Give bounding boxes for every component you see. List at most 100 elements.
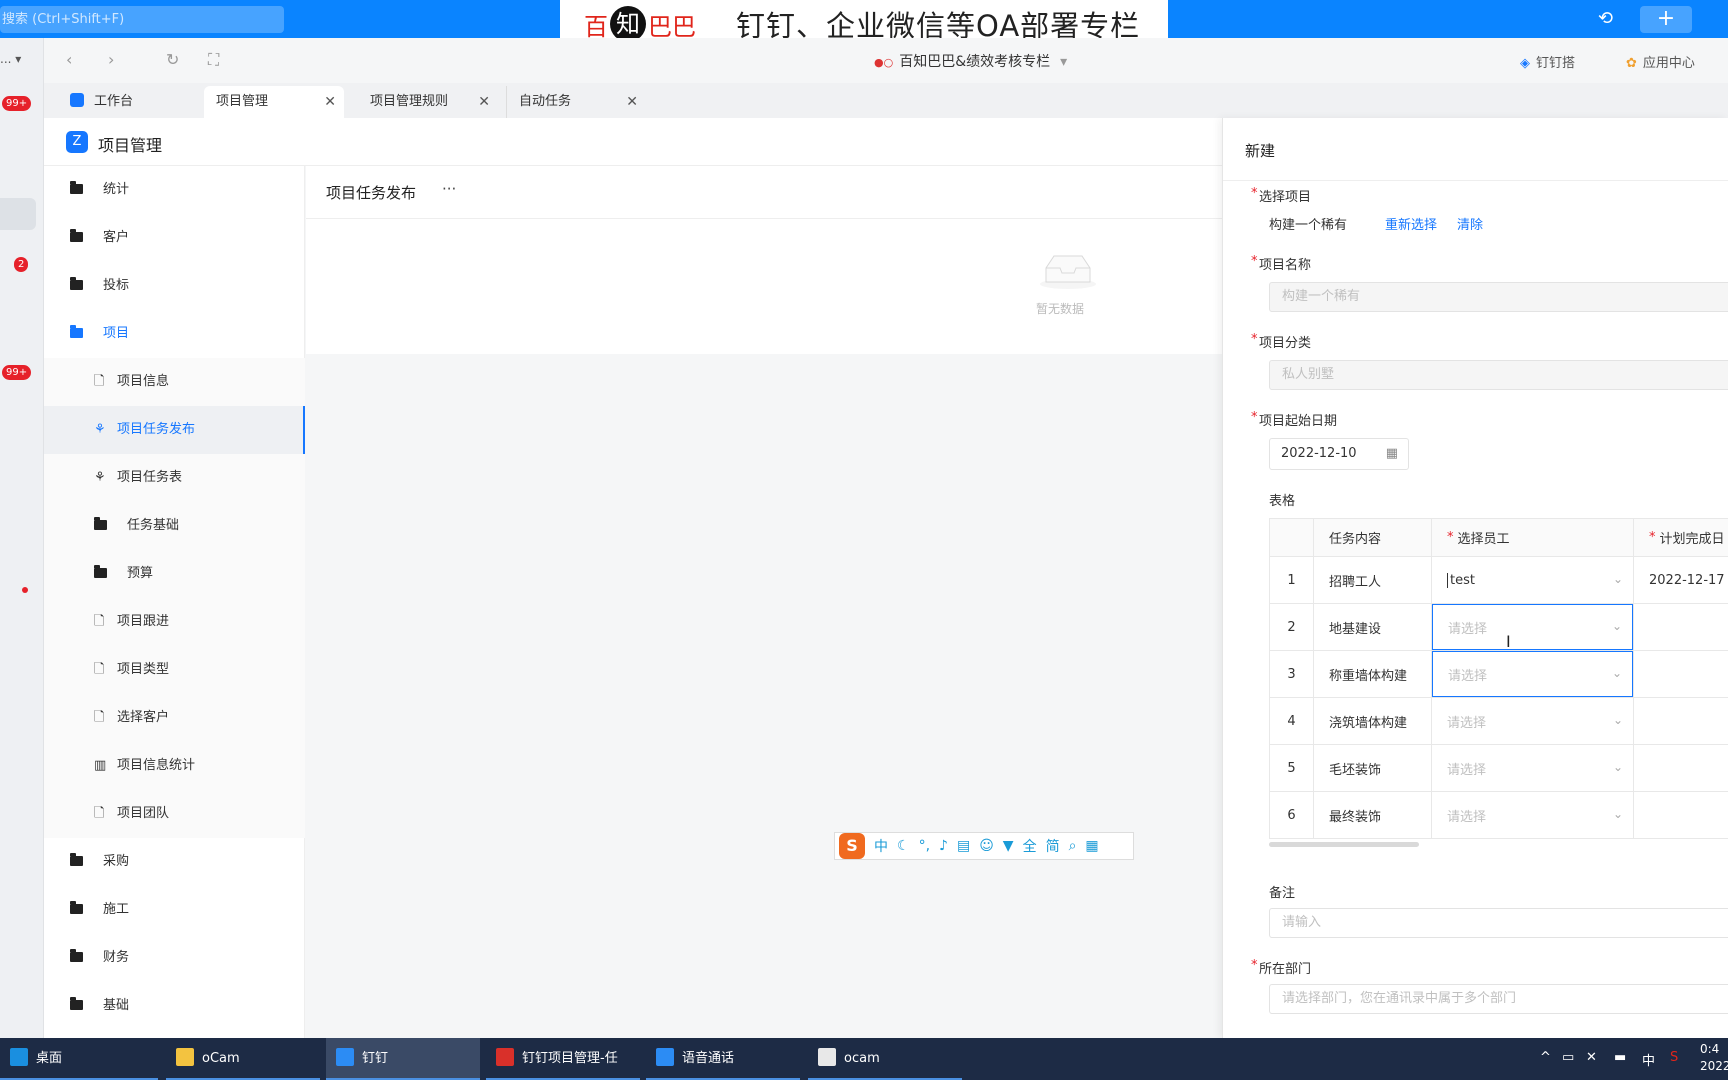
input-panel-icon[interactable]: ▬: [1614, 1050, 1626, 1065]
date-cell[interactable]: [1634, 698, 1728, 744]
document-icon: 🗋: [94, 374, 105, 389]
menu-item-procurement[interactable]: 采购: [44, 838, 305, 886]
user-icon[interactable]: ☺: [979, 838, 994, 854]
start-date-picker[interactable]: 2022-12-10 ▦: [1269, 438, 1409, 470]
clear-link[interactable]: 清除: [1457, 214, 1483, 233]
refresh-icon[interactable]: ↻: [166, 50, 179, 69]
ime-toolbar[interactable]: S 中 ☾ °, ♪ ▤ ☺ ▼ 全 简 ⌕ ▦: [834, 832, 1134, 860]
close-icon[interactable]: ✕: [626, 86, 638, 118]
forward-icon[interactable]: ›: [108, 50, 114, 69]
microphone-icon[interactable]: ♪: [939, 838, 948, 854]
menu-item-info-stats[interactable]: ▥ 项目信息统计: [44, 742, 305, 790]
sogou-logo-icon: S: [839, 833, 865, 859]
rail-more[interactable]: ... ▾: [0, 52, 21, 66]
date-cell[interactable]: [1634, 604, 1728, 650]
fullscreen-icon[interactable]: ⛶: [208, 50, 219, 70]
tab-label: 项目管理: [216, 94, 269, 109]
taskbar-item-dingtalk[interactable]: 钉钉: [326, 1038, 480, 1080]
app-center-link[interactable]: ✿ 应用中心: [1626, 52, 1695, 71]
employee-cell: 请选择 ⌄: [1432, 604, 1634, 650]
tab-project-management[interactable]: 项目管理 ✕: [204, 86, 344, 118]
tab-project-rules[interactable]: 项目管理规则 ✕: [358, 86, 498, 118]
menu-label: 施工: [103, 902, 130, 917]
menu-item-construction[interactable]: 施工: [44, 886, 305, 934]
date-cell[interactable]: [1634, 745, 1728, 791]
sogou-tray-icon[interactable]: S: [1670, 1050, 1678, 1065]
menu-item-budget[interactable]: 预算: [44, 550, 305, 598]
history-icon[interactable]: ⟲: [1598, 8, 1613, 29]
close-icon[interactable]: ✕: [324, 86, 336, 118]
header-cell: [1270, 519, 1314, 556]
tab-label: 工作台: [94, 94, 134, 109]
chevron-down-icon: ⌄: [1612, 572, 1623, 586]
employee-select[interactable]: 请选择 ⌄: [1432, 745, 1633, 791]
more-menu-button[interactable]: ···: [442, 180, 456, 198]
tray-expand-icon[interactable]: ^: [1540, 1050, 1551, 1065]
keyboard-icon[interactable]: ▤: [957, 838, 970, 854]
ime-key[interactable]: 简: [1046, 836, 1060, 856]
menu-item-select-customer[interactable]: 🗋 选择客户: [44, 694, 305, 742]
menu-item-follow-up[interactable]: 🗋 项目跟进: [44, 598, 305, 646]
grid-icon[interactable]: ▦: [1085, 838, 1098, 854]
project-category-field[interactable]: 私人别墅: [1269, 360, 1728, 390]
horizontal-scrollbar[interactable]: [1269, 842, 1419, 847]
department-select[interactable]: 请选择部门，您在通讯录中属于多个部门: [1269, 984, 1728, 1014]
employee-select[interactable]: test ⌄: [1432, 557, 1633, 603]
taskbar-item-voice-call[interactable]: 语音通话: [646, 1038, 800, 1080]
clock[interactable]: 0:4 2022: [1700, 1041, 1728, 1075]
input-language[interactable]: 中: [1642, 1050, 1655, 1069]
menu-item-task-publish[interactable]: ⚘ 项目任务发布: [44, 406, 305, 454]
date-cell[interactable]: [1634, 792, 1728, 838]
close-icon[interactable]: ✕: [478, 86, 490, 118]
taskbar-item-ocam[interactable]: ocam: [808, 1038, 962, 1080]
new-record-drawer: 新建 * 选择项目 构建一个稀有 重新选择 清除 * 项目名称 构建一个稀有 * 项目…: [1222, 118, 1728, 1038]
ime-key[interactable]: 全: [1023, 836, 1037, 856]
network-icon[interactable]: ▭: [1562, 1050, 1574, 1065]
menu-label: 项目信息: [117, 374, 170, 389]
dingtalk-builder-link[interactable]: ◈ 钉钉搭: [1520, 52, 1575, 71]
ime-key[interactable]: ☾: [897, 838, 910, 854]
skin-icon[interactable]: ▼: [1003, 838, 1014, 854]
global-search-input[interactable]: 搜索 (Ctrl+Shift+F): [0, 6, 284, 33]
taskbar-item-ocam-folder[interactable]: oCam: [166, 1038, 320, 1080]
menu-label: 基础: [103, 998, 130, 1013]
org-switcher[interactable]: ●○ 百知巴巴&绩效考核专栏 ▾: [874, 51, 1067, 71]
date-cell[interactable]: [1634, 651, 1728, 697]
project-name-field[interactable]: 构建一个稀有: [1269, 282, 1728, 312]
search-icon[interactable]: ⌕: [1069, 838, 1077, 854]
remark-input[interactable]: 请输入: [1269, 908, 1728, 938]
row-number: 5: [1270, 745, 1314, 791]
ime-key[interactable]: 中: [874, 836, 888, 856]
menu-item-task-base[interactable]: 任务基础: [44, 502, 305, 550]
volume-mute-icon[interactable]: ✕: [1586, 1050, 1597, 1065]
taskbar-item-wps[interactable]: 钉钉项目管理-任务...: [486, 1038, 640, 1080]
label-text: 选择项目: [1259, 190, 1312, 205]
menu-label: 项目任务发布: [117, 422, 196, 437]
tab-workbench[interactable]: 工作台: [58, 86, 198, 118]
menu-item-finance[interactable]: 财务: [44, 934, 305, 982]
menu-item-project-team[interactable]: 🗋 项目团队: [44, 790, 305, 838]
menu-item-project-info[interactable]: 🗋 项目信息: [44, 358, 305, 406]
employee-select[interactable]: 请选择 ⌄: [1432, 604, 1633, 650]
menu-item-statistics[interactable]: 统计: [44, 166, 305, 214]
rail-selected[interactable]: [0, 198, 36, 230]
menu-item-basics[interactable]: 基础: [44, 982, 305, 1030]
side-menu: 统计 客户 投标 项目 🗋 项目信息 ⚘ 项目任务发布 ⚘ 项目任务表 任务基础 预算…: [44, 166, 305, 1038]
menu-item-project-type[interactable]: 🗋 项目类型: [44, 646, 305, 694]
menu-item-task-table[interactable]: ⚘ 项目任务表: [44, 454, 305, 502]
menu-item-bidding[interactable]: 投标: [44, 262, 305, 310]
reselect-link[interactable]: 重新选择: [1385, 214, 1437, 233]
date-cell[interactable]: 2022-12-17: [1634, 557, 1728, 603]
employee-select[interactable]: 请选择 ⌄: [1432, 698, 1633, 744]
menu-item-customers[interactable]: 客户: [44, 214, 305, 262]
employee-select[interactable]: 请选择 ⌄: [1432, 651, 1633, 697]
table-row: 4 浇筑墙体构建 请选择 ⌄: [1270, 698, 1728, 745]
back-icon[interactable]: ‹: [66, 50, 72, 69]
menu-item-project[interactable]: 项目: [44, 310, 305, 358]
add-button[interactable]: +: [1640, 6, 1692, 33]
employee-select[interactable]: 请选择 ⌄: [1432, 792, 1633, 838]
taskbar-item-desktop[interactable]: 桌面: [0, 1038, 158, 1080]
ime-key[interactable]: °,: [919, 838, 930, 854]
tab-auto-task[interactable]: 自动任务 ✕: [506, 86, 646, 118]
required-mark: *: [1649, 530, 1656, 545]
